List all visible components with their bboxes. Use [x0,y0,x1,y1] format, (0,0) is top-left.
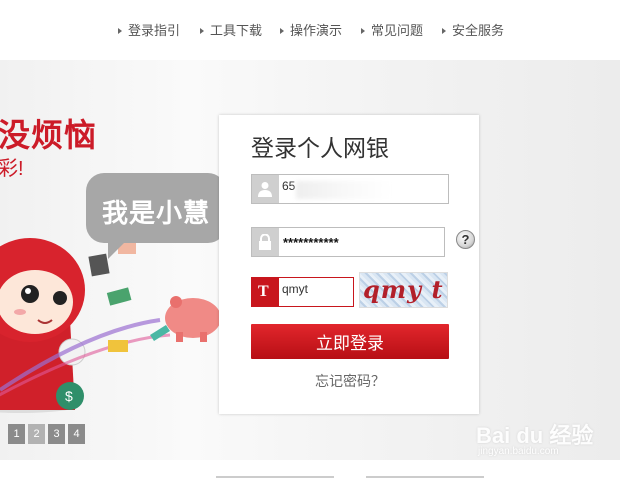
mascot-cheek [14,309,26,315]
nav-label: 安全服务 [452,23,505,38]
nav-label: 工具下载 [210,23,263,38]
forgot-password-link[interactable]: 忘记密码？ [315,371,385,391]
top-navigation: 登录指引 工具下载 操作演示 常见问题 安全服务 [0,0,620,60]
login-button[interactable]: 立即登录 [251,324,449,359]
login-panel: 登录个人网银 *********** ? T qmy t 立即登录 忘记密码？ [219,115,479,414]
piggy-bank [165,296,221,342]
captcha-icon: T [252,278,279,306]
caret-right-icon [118,27,122,34]
page: 登录指引 工具下载 操作演示 常见问题 安全服务 没烦恼 彩! $ 我是小慧 1… [0,0,620,479]
captcha-image[interactable]: qmy t [359,272,448,308]
mascot-eye [53,291,67,305]
cash-note [106,287,132,306]
calculator [88,253,110,277]
piggy-leg [200,332,207,342]
nav-label: 操作演示 [290,23,343,38]
caret-right-icon [361,27,365,34]
caret-right-icon [200,27,204,34]
user-icon [252,175,279,203]
pager-dot-active[interactable]: 2 [28,424,45,444]
money-bag-symbol: $ [65,388,73,404]
pager-dot[interactable]: 3 [48,424,65,444]
pager-dot[interactable]: 1 [8,424,25,444]
nav-login-guide[interactable]: 登录指引 [118,20,180,39]
footer-divider [366,476,484,478]
piggy-leg [176,332,183,342]
username-field[interactable] [251,174,449,204]
pager-dot[interactable]: 4 [68,424,85,444]
nav-label: 登录指引 [128,23,181,38]
caret-right-icon [442,27,446,34]
login-title: 登录个人网银 [251,135,389,161]
card [108,340,128,352]
nav-tool-download[interactable]: 工具下载 [200,20,262,39]
caret-right-icon [280,27,284,34]
nav-faq[interactable]: 常见问题 [361,20,423,39]
speech-bubble: 我是小慧 [86,173,226,259]
banner-slogan: 没烦恼 [0,117,98,153]
captcha-icon-letter: T [258,283,269,300]
username-mask [296,181,392,199]
captcha-image-text: qmy t [363,275,444,304]
watermark-url: jingyan.baidu.com [478,446,559,457]
banner-pager: 1 2 3 4 [8,424,85,444]
help-icon[interactable]: ? [456,230,475,249]
footer-strip [0,462,620,479]
password-field[interactable]: *********** [251,227,445,257]
mascot-eye-highlight [25,288,31,294]
captcha-input[interactable] [282,282,348,296]
password-dots[interactable]: *********** [283,235,339,250]
mascot-eye [21,285,39,303]
piggy-ear [170,296,182,308]
captcha-field[interactable]: T [251,277,354,307]
footer-divider [216,476,334,478]
nav-security-service[interactable]: 安全服务 [442,20,504,39]
nav-demo[interactable]: 操作演示 [280,20,342,39]
lock-icon [252,228,279,256]
speech-bubble-text: 我是小慧 [102,198,211,228]
nav-label: 常见问题 [371,23,424,38]
